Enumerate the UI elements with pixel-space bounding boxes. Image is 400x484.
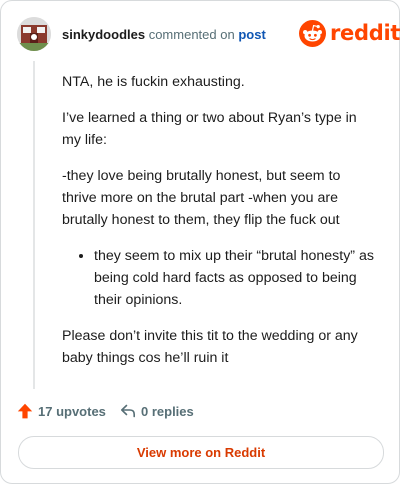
comment-paragraph: Please don’t invite this tit to the wedd…: [62, 328, 358, 366]
upvote-label: 17 upvotes: [38, 404, 106, 419]
comment-header: sinkydoodles commented on post reddit: [17, 17, 400, 51]
comment-footer: 17 upvotes 0 replies: [17, 401, 383, 421]
reply-label: 0 replies: [141, 404, 194, 419]
comment-paragraph: -they love being brutally honest, but se…: [62, 168, 341, 228]
comment-paragraph: I’ve learned a thing or two about Ryan’s…: [62, 110, 357, 148]
view-more-on-reddit-button[interactable]: View more on Reddit: [18, 436, 384, 469]
avatar[interactable]: [17, 17, 51, 51]
username[interactable]: sinkydoodles: [62, 27, 145, 42]
comment-paragraph: NTA, he is fuckin exhausting.: [62, 74, 245, 90]
post-link[interactable]: post: [238, 27, 265, 42]
upvote-count[interactable]: 17 upvotes: [17, 401, 107, 421]
reddit-brand[interactable]: reddit: [299, 20, 400, 48]
user-avatar-icon: [17, 17, 51, 51]
comment-bullet-list: they seem to mix up their “brutal honest…: [62, 245, 374, 311]
thread-line: [33, 61, 35, 389]
reply-count[interactable]: 0 replies: [120, 401, 210, 421]
action-text: commented on: [148, 27, 235, 42]
reddit-snoo-icon: [299, 20, 326, 47]
comment-body: NTA, he is fuckin exhausting. I’ve learn…: [62, 71, 374, 383]
comment-byline: sinkydoodles commented on post: [62, 27, 266, 42]
comment-bullet-item: they seem to mix up their “brutal honest…: [94, 245, 374, 311]
comment-embed-card: sinkydoodles commented on post reddit NT…: [0, 0, 400, 484]
reddit-wordmark: reddit: [330, 21, 400, 45]
reply-icon: [121, 404, 135, 418]
upvote-arrow-icon: [17, 403, 33, 419]
